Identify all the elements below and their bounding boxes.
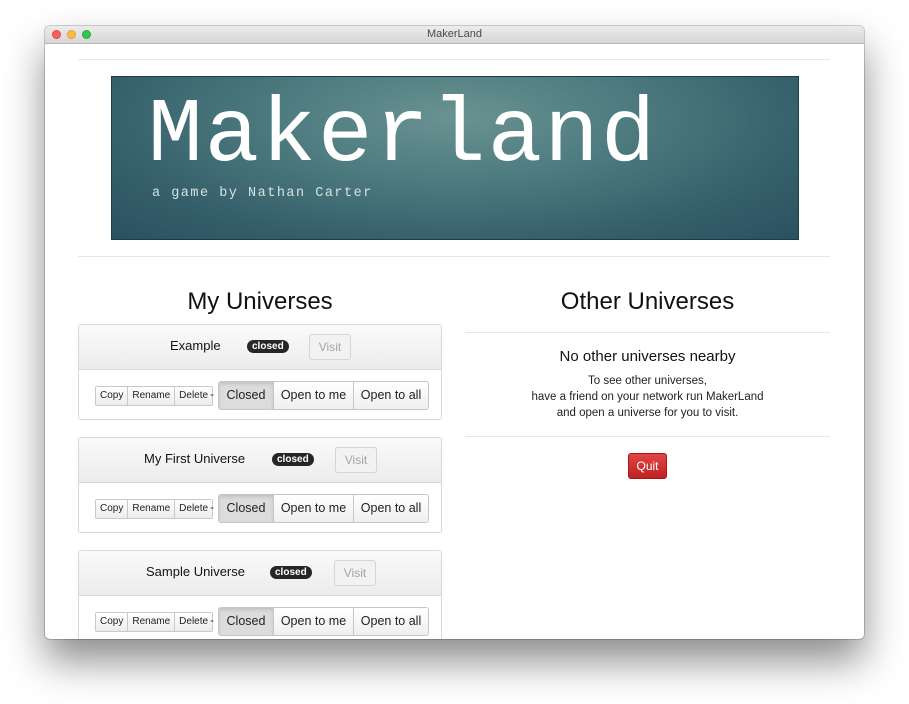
universe-card-header: Example closed Visit [79,325,441,370]
divider [465,436,830,437]
universe-name: Sample Universe [146,564,245,579]
universe-actions-group: Copy Rename Delete [95,386,214,406]
banner-title: Makerland [148,85,658,188]
separator: - [210,387,214,401]
copy-button[interactable]: Copy [96,387,128,405]
universe-card: Sample Universe closed Visit Copy Rename… [78,550,442,639]
main-content: Makerland a game by Nathan Carter My Uni… [45,44,864,639]
delete-button[interactable]: Delete [174,613,213,631]
separator: - [210,500,214,514]
empty-state-text: have a friend on your network run MakerL… [531,391,764,403]
universe-card-header: Sample Universe closed Visit [79,551,441,596]
rename-button[interactable]: Rename [127,387,175,405]
empty-state-text: To see other universes, [588,375,707,387]
visit-button[interactable]: Visit [334,560,376,586]
separator: - [210,613,214,627]
other-universes-heading: Other Universes [560,288,735,315]
rename-button[interactable]: Rename [127,500,175,518]
open-to-all-option[interactable]: Open to all [353,382,428,409]
universe-card-body: Copy Rename Delete - Closed Open to me O… [79,483,441,532]
universe-card-body: Copy Rename Delete - Closed Open to me O… [79,370,441,419]
closed-option[interactable]: Closed [219,608,273,635]
quit-button[interactable]: Quit [628,453,667,479]
open-to-me-option[interactable]: Open to me [273,382,353,409]
universe-name: Example [170,338,221,353]
open-to-all-option[interactable]: Open to all [353,608,428,635]
closed-option[interactable]: Closed [219,495,273,522]
open-to-all-option[interactable]: Open to all [353,495,428,522]
closed-option[interactable]: Closed [219,382,273,409]
status-badge: closed [272,453,314,466]
divider [465,332,830,333]
window-title: MakerLand [426,28,483,40]
universe-card-header: My First Universe closed Visit [79,438,441,483]
universe-name: My First Universe [144,451,246,466]
copy-button[interactable]: Copy [96,613,128,631]
my-universes-heading: My Universes [187,288,333,315]
empty-state-title: No other universes nearby [559,348,736,365]
access-toggle-group: Closed Open to me Open to all [218,607,429,636]
visit-button[interactable]: Visit [309,334,351,360]
copy-button[interactable]: Copy [96,500,128,518]
open-to-me-option[interactable]: Open to me [273,495,353,522]
universe-card: Example closed Visit Copy Rename Delete … [78,324,442,420]
status-badge: closed [247,340,289,353]
access-toggle-group: Closed Open to me Open to all [218,381,429,410]
empty-state-text: and open a universe for you to visit. [556,407,739,419]
universe-card-body: Copy Rename Delete - Closed Open to me O… [79,596,441,639]
status-badge: closed [270,566,312,579]
visit-button[interactable]: Visit [335,447,377,473]
divider [78,256,830,257]
delete-button[interactable]: Delete [174,387,213,405]
app-window: MakerLand Makerland a game by Nathan Car… [45,26,864,639]
universe-actions-group: Copy Rename Delete [95,612,214,632]
rename-button[interactable]: Rename [127,613,175,631]
divider [78,59,830,60]
delete-button[interactable]: Delete [174,500,213,518]
title-banner: Makerland a game by Nathan Carter [111,76,799,240]
access-toggle-group: Closed Open to me Open to all [218,494,429,523]
banner-subtitle: a game by Nathan Carter [152,186,373,201]
open-to-me-option[interactable]: Open to me [273,608,353,635]
universe-actions-group: Copy Rename Delete [95,499,214,519]
title-bar: MakerLand [45,26,864,44]
universe-card: My First Universe closed Visit Copy Rena… [78,437,442,533]
